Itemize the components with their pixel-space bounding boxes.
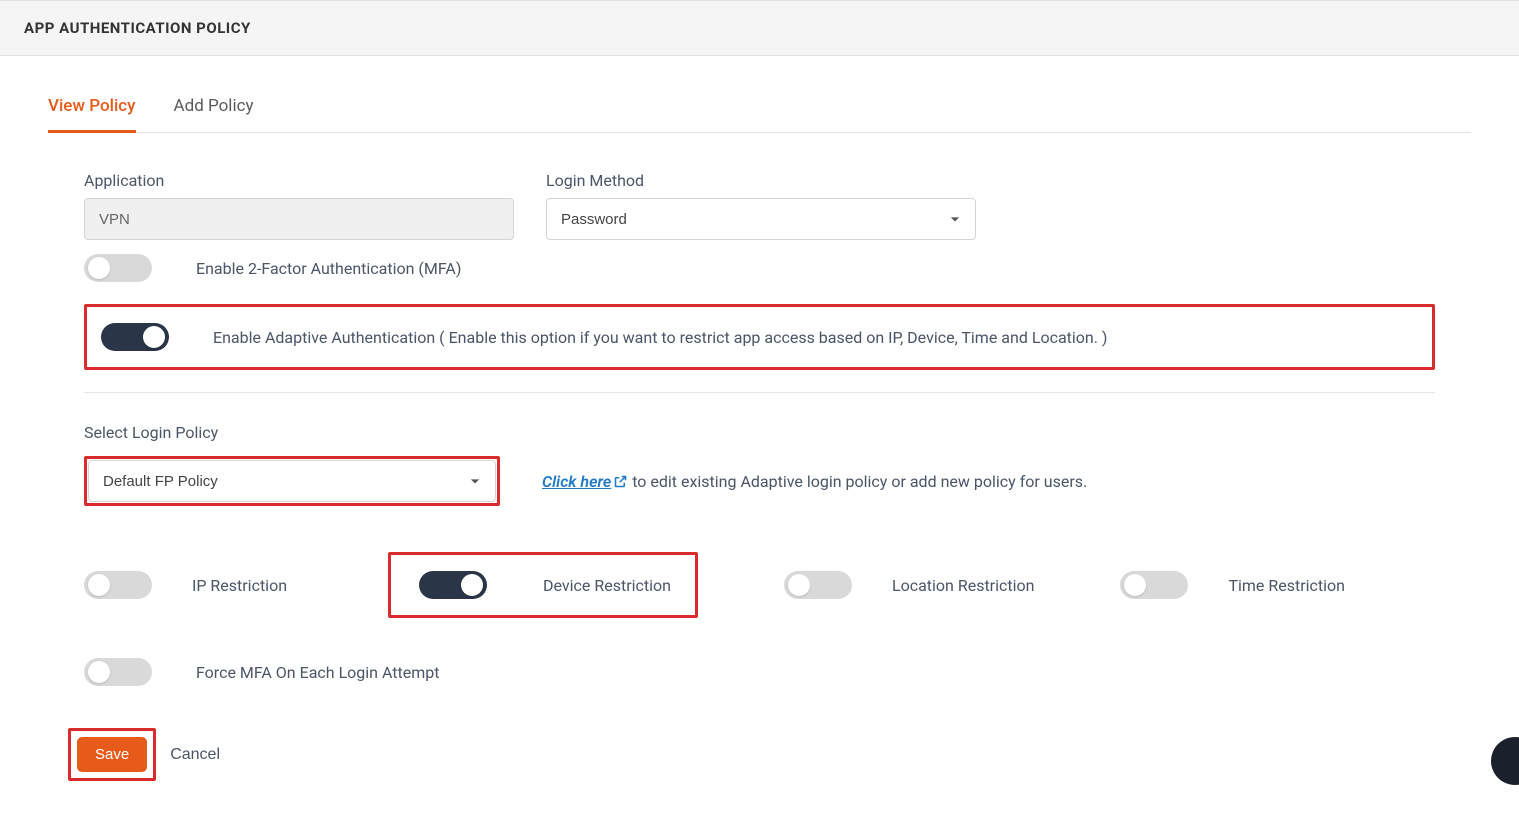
location-restriction-item: Location Restriction <box>784 571 1034 599</box>
application-field-group: Application <box>84 171 514 240</box>
login-policy-row: Default FP Policy Click here to edit exi… <box>84 456 1435 506</box>
mfa-toggle-label: Enable 2-Factor Authentication (MFA) <box>196 259 461 278</box>
application-input[interactable] <box>84 198 514 240</box>
ip-restriction-item: IP Restriction <box>84 571 302 599</box>
login-policy-help-text: Click here to edit existing Adaptive log… <box>542 472 1087 491</box>
form-area: Application Login Method Password Enable… <box>48 133 1471 781</box>
click-here-link[interactable]: Click here <box>542 472 628 491</box>
location-restriction-toggle[interactable] <box>784 571 852 599</box>
device-restriction-highlight: Device Restriction <box>388 552 698 618</box>
page-header: APP AUTHENTICATION POLICY <box>0 0 1519 56</box>
click-here-tail: to edit existing Adaptive login policy o… <box>632 472 1087 491</box>
divider <box>84 392 1435 393</box>
location-restriction-label: Location Restriction <box>892 576 1034 595</box>
application-label: Application <box>84 171 514 190</box>
save-button[interactable]: Save <box>77 737 147 772</box>
click-here-link-text: Click here <box>542 472 611 491</box>
login-policy-select[interactable]: Default FP Policy <box>88 460 496 502</box>
force-mfa-label: Force MFA On Each Login Attempt <box>196 663 440 682</box>
device-restriction-toggle[interactable] <box>419 571 487 599</box>
select-login-policy-label: Select Login Policy <box>84 423 1435 442</box>
adaptive-auth-label: Enable Adaptive Authentication ( Enable … <box>213 328 1107 347</box>
login-policy-select-highlight: Default FP Policy <box>84 456 500 506</box>
adaptive-auth-highlight: Enable Adaptive Authentication ( Enable … <box>84 304 1435 370</box>
external-link-icon <box>613 474 628 489</box>
force-mfa-row: Force MFA On Each Login Attempt <box>84 658 1435 686</box>
login-method-select[interactable]: Password <box>546 198 976 240</box>
save-button-highlight: Save <box>68 728 156 781</box>
login-method-label: Login Method <box>546 171 976 190</box>
tabs: View Policy Add Policy <box>48 86 1471 133</box>
restrictions-row: IP Restriction Device Restriction Locati… <box>84 552 1435 618</box>
device-restriction-label: Device Restriction <box>543 576 671 595</box>
cancel-button[interactable]: Cancel <box>170 746 220 764</box>
force-mfa-toggle[interactable] <box>84 658 152 686</box>
ip-restriction-label: IP Restriction <box>192 576 302 595</box>
tab-add-policy[interactable]: Add Policy <box>174 86 254 133</box>
mfa-toggle[interactable] <box>84 254 152 282</box>
time-restriction-item: Time Restriction <box>1120 571 1345 599</box>
time-restriction-label: Time Restriction <box>1228 576 1345 595</box>
tab-view-policy[interactable]: View Policy <box>48 86 136 133</box>
ip-restriction-toggle[interactable] <box>84 571 152 599</box>
content-area: View Policy Add Policy Application Login… <box>0 56 1519 821</box>
page-title: APP AUTHENTICATION POLICY <box>24 19 1495 37</box>
login-method-field-group: Login Method Password <box>546 171 976 240</box>
adaptive-auth-toggle[interactable] <box>101 323 169 351</box>
action-buttons-row: Save Cancel <box>68 728 1435 781</box>
mfa-toggle-row: Enable 2-Factor Authentication (MFA) <box>84 254 1435 282</box>
time-restriction-toggle[interactable] <box>1120 571 1188 599</box>
top-fields-row: Application Login Method Password <box>84 171 1435 240</box>
